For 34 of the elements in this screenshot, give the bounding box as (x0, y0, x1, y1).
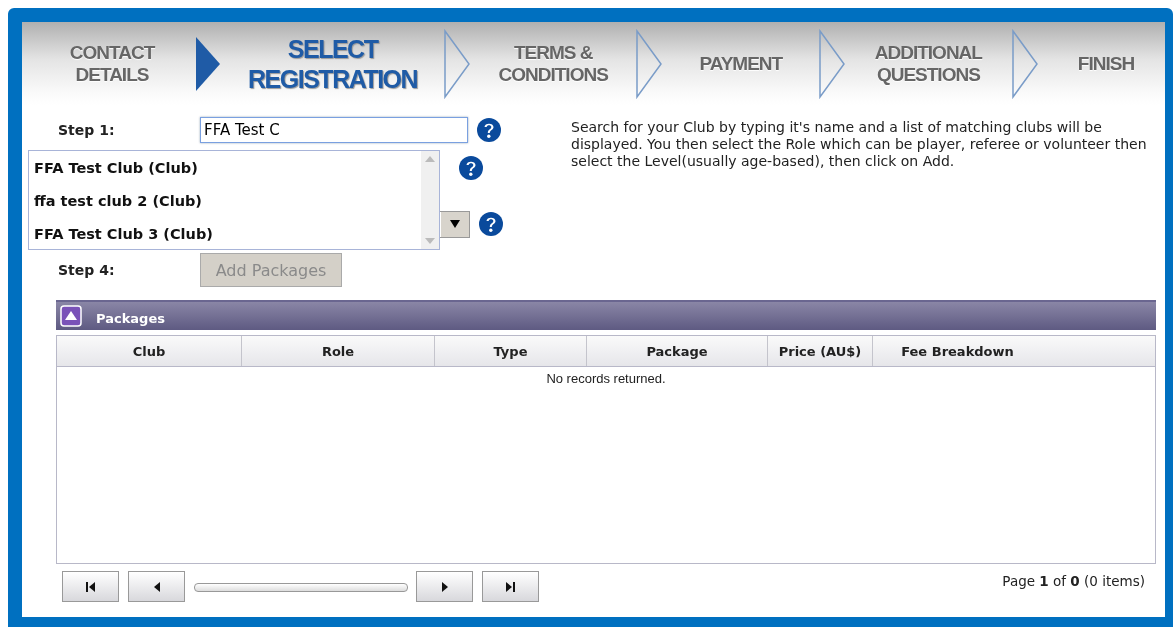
suggestion-item[interactable]: FFA Test Club (Club) (29, 151, 421, 184)
page-summary: Page 1 of 0 (0 items) (1002, 573, 1145, 589)
wizard-step: SELECT REGISTRATION (234, 33, 431, 94)
help-icon[interactable] (458, 155, 484, 181)
wizard-step: ADDITIONAL QUESTIONS (858, 41, 999, 86)
collapse-icon[interactable] (60, 305, 82, 327)
next-page-icon (439, 581, 450, 592)
column-header[interactable]: Price (AU$) (768, 336, 873, 366)
wizard-step: TERMS & CONDITIONS (483, 41, 624, 86)
column-header[interactable]: Fee Breakdown (873, 336, 1042, 366)
first-page-button[interactable] (62, 571, 119, 602)
panel-title: Packages (96, 311, 165, 326)
help-text: Search for your Club by typing it's name and a list of matching clubs will be displayed. You then select the Role which can be player, referee or volunteer then select the Level(usually age-based), then click on Add. (571, 118, 1148, 171)
column-header[interactable]: Type (435, 336, 587, 366)
wizard-step: FINISH (1050, 52, 1161, 75)
last-page-icon (505, 581, 516, 592)
column-header[interactable]: Role (242, 336, 435, 366)
search-field[interactable]: FFA Test C (200, 117, 468, 143)
step-label: Step 1: (58, 122, 116, 138)
previous-page-button[interactable] (128, 571, 185, 602)
suggestion-item[interactable]: ffa test club 2 (Club) (29, 184, 421, 217)
help-icon[interactable] (478, 211, 504, 237)
next-page-button[interactable] (416, 571, 473, 602)
column-header[interactable]: Package (587, 336, 768, 366)
select-field[interactable] (440, 210, 470, 238)
wizard-step: PAYMENT (675, 52, 806, 75)
first-page-icon (85, 581, 96, 592)
step-label: Step 4: (58, 262, 116, 278)
last-page-button[interactable] (482, 571, 539, 602)
help-icon[interactable] (476, 117, 502, 143)
suggestion-item[interactable]: FFA Test Club 3 (Club) (29, 217, 421, 250)
empty-message: No records returned. (546, 371, 666, 386)
column-header[interactable]: Club (57, 336, 242, 366)
wizard-step: CONTACT DETAILS (42, 41, 182, 86)
